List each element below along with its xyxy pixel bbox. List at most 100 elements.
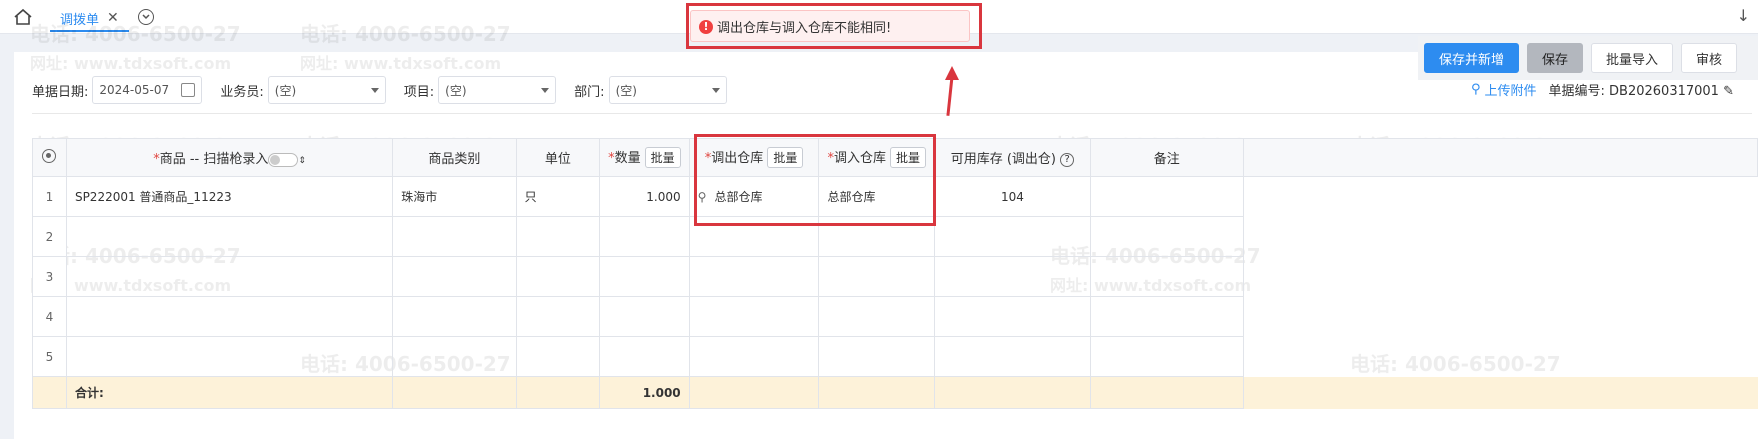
table-row[interactable]: 4 (32, 296, 1758, 337)
cell-stock (934, 336, 1091, 377)
close-icon[interactable]: ✕ (107, 10, 119, 26)
chevron-down-icon[interactable] (138, 9, 154, 25)
tab-transfer-order[interactable]: 调拨单 ✕ (50, 6, 129, 32)
cell-qty[interactable] (599, 336, 690, 377)
total-qty: 1.000 (599, 376, 690, 409)
dept-select[interactable]: (空) (608, 76, 727, 104)
toast-message: 调出仓库与调入仓库不能相同! (717, 20, 892, 36)
column-settings[interactable] (32, 138, 67, 177)
batch-in-wh-button[interactable]: 批量 (890, 147, 927, 168)
staff-select[interactable]: (空) (267, 76, 386, 104)
help-icon[interactable]: ? (1060, 152, 1075, 167)
cell-unit[interactable] (515, 296, 601, 337)
cell-filler (1243, 337, 1757, 377)
cell-qty[interactable] (599, 296, 690, 337)
doc-number: 单据编号: DB20260317001 ✎ (1549, 80, 1735, 99)
paperclip-icon: ⚲ (1470, 82, 1481, 97)
row-index: 4 (32, 296, 67, 337)
table-row[interactable]: 1 SP222001 普通商品_11223 珠海市 只 1.000 ⚲ 总部仓库 … (32, 176, 1758, 217)
row-index: 3 (32, 256, 67, 297)
table-row[interactable]: 3 (32, 256, 1758, 297)
header-filler (1242, 138, 1758, 177)
error-icon: ! (699, 20, 713, 34)
detail-grid: *商品 -- 扫描枪录入 ⇕ 商品类别 单位 *数量 批量 *调出仓库 批量 *调入仓… (32, 138, 1758, 409)
table-row[interactable]: 5 (32, 336, 1758, 377)
sort-icon[interactable]: ⇕ (298, 156, 306, 166)
cell-in-warehouse[interactable]: 总部仓库 (818, 176, 936, 217)
cell-unit[interactable] (515, 256, 601, 297)
upload-attachment-link[interactable]: ⚲ 上传附件 (1471, 80, 1537, 99)
cell-qty[interactable] (599, 256, 690, 297)
header-qty-label: 数量 (614, 151, 641, 166)
doc-number-label: 单据编号: (1548, 84, 1605, 99)
cell-filler (1243, 177, 1757, 217)
action-toolbar: 保存并新增 保存 批量导入 审核 (1418, 36, 1758, 80)
row-index: 2 (32, 216, 67, 257)
doc-meta: ⚲ 上传附件 单据编号: DB20260317001 ✎ (1471, 80, 1734, 99)
grid-header-row: *商品 -- 扫描枪录入 ⇕ 商品类别 单位 *数量 批量 *调出仓库 批量 *调入仓… (32, 138, 1758, 177)
header-category: 商品类别 (392, 138, 517, 177)
cell-category[interactable]: 珠海市 (392, 176, 517, 217)
row-index: 5 (32, 336, 67, 377)
total-cell (818, 376, 936, 409)
cell-in-warehouse[interactable] (818, 256, 936, 297)
cell-category[interactable] (392, 216, 517, 257)
batch-import-button[interactable]: 批量导入 (1591, 43, 1674, 73)
cell-remark[interactable] (1089, 256, 1244, 297)
cell-product[interactable] (65, 216, 394, 257)
total-label: 合计: (65, 376, 394, 409)
batch-out-wh-button[interactable]: 批量 (767, 147, 804, 168)
scanner-toggle[interactable] (268, 152, 299, 167)
cell-in-warehouse[interactable] (818, 296, 936, 337)
home-icon[interactable] (12, 8, 34, 26)
row-index: 1 (32, 176, 67, 217)
cell-remark[interactable] (1089, 216, 1244, 257)
batch-qty-button[interactable]: 批量 (644, 147, 681, 168)
cell-remark[interactable] (1089, 296, 1244, 337)
total-cell (688, 376, 820, 409)
header-out-warehouse: *调出仓库 批量 (688, 138, 820, 177)
cell-in-warehouse[interactable] (818, 216, 936, 257)
cell-product[interactable] (65, 336, 394, 377)
search-icon[interactable]: ⚲ (698, 190, 707, 204)
gear-icon (42, 148, 57, 163)
project-label: 项目: (403, 84, 435, 100)
cell-unit[interactable] (515, 216, 601, 257)
cell-product[interactable] (65, 296, 394, 337)
cell-filler (1243, 297, 1757, 337)
cell-out-warehouse[interactable]: ⚲ 总部仓库 (688, 176, 820, 217)
cell-out-warehouse[interactable] (688, 216, 820, 257)
out-wh-value: 总部仓库 (714, 190, 763, 204)
cell-qty[interactable]: 1.000 (599, 176, 690, 217)
dept-value: (空) (615, 83, 637, 98)
cell-product[interactable]: SP222001 普通商品_11223 (65, 176, 394, 217)
audit-button[interactable]: 审核 (1681, 43, 1738, 73)
save-button[interactable]: 保存 (1527, 43, 1584, 73)
cell-category[interactable] (392, 296, 517, 337)
download-icon[interactable]: ↓ (1737, 6, 1750, 25)
project-select[interactable]: (空) (438, 76, 557, 104)
cell-stock (934, 296, 1091, 337)
cell-product[interactable] (65, 256, 394, 297)
total-cell (1089, 376, 1244, 409)
date-label: 单据日期: (32, 84, 89, 100)
cell-out-warehouse[interactable] (688, 336, 820, 377)
cell-unit[interactable]: 只 (515, 176, 601, 217)
total-row: 合计: 1.000 (32, 376, 1758, 409)
table-row[interactable]: 2 (32, 216, 1758, 257)
edit-icon[interactable]: ✎ (1723, 84, 1734, 99)
header-in-warehouse: *调入仓库 批量 (818, 138, 936, 177)
cell-unit[interactable] (515, 336, 601, 377)
cell-remark[interactable] (1089, 336, 1244, 377)
cell-out-warehouse[interactable] (688, 296, 820, 337)
cell-category[interactable] (392, 336, 517, 377)
cell-out-warehouse[interactable] (688, 256, 820, 297)
cell-category[interactable] (392, 256, 517, 297)
save-and-new-button[interactable]: 保存并新增 (1424, 43, 1520, 73)
total-index (32, 376, 67, 409)
cell-in-warehouse[interactable] (818, 336, 936, 377)
date-field[interactable]: 2024-05-07 (92, 76, 203, 104)
cell-remark[interactable] (1089, 176, 1244, 217)
cell-qty[interactable] (599, 216, 690, 257)
tab-label: 调拨单 (60, 12, 100, 28)
